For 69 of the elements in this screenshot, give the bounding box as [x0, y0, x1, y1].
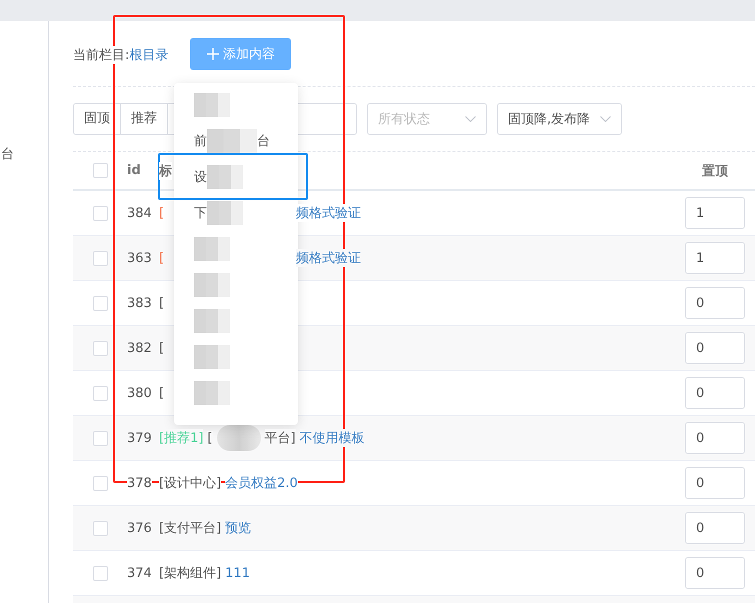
filter-select[interactable]: 固顶降,发布降 [497, 103, 622, 135]
top-order-input[interactable]: 0 [685, 377, 745, 409]
top-order-input[interactable]: 0 [685, 467, 745, 499]
id-cell: 382 [127, 340, 152, 356]
row-checkbox[interactable] [92, 430, 108, 446]
blurred-text [207, 165, 243, 189]
blurred-text [194, 237, 230, 261]
top-order-input[interactable]: 0 [685, 512, 745, 544]
top-order-input[interactable]: 1 [685, 242, 745, 274]
title-link[interactable]: 会员权益2.0 [225, 474, 298, 492]
title-category: [ [159, 340, 164, 356]
title-category: [ [159, 296, 164, 310]
title-category: [支付平台] [159, 519, 222, 537]
chevron-down-icon [465, 116, 476, 122]
current-column-label: 当前栏目:根目录 [73, 46, 168, 64]
title-tag: [ [159, 250, 164, 266]
id-cell: 380 [127, 386, 152, 400]
title-category: 平台] [264, 429, 296, 447]
id-cell: 376 [127, 520, 152, 536]
blurred-text [194, 93, 230, 117]
row-checkbox[interactable] [92, 566, 108, 580]
title-link[interactable]: 频格式验证 [296, 204, 361, 222]
row-checkbox[interactable] [92, 296, 108, 310]
title-tag: [推荐1] [159, 429, 204, 447]
column-header: 标 [159, 162, 172, 180]
row-checkbox[interactable] [92, 520, 108, 536]
row-checkbox[interactable] [92, 250, 108, 266]
id-cell: 378 [127, 476, 152, 490]
row-checkbox[interactable] [92, 476, 108, 490]
title-tag: [ [159, 206, 164, 220]
id-cell: 384 [127, 206, 152, 220]
blurred-text [194, 381, 230, 405]
blurred-text [216, 425, 260, 451]
blurred-text [207, 201, 243, 225]
title-link[interactable]: 不使用模板 [300, 429, 365, 447]
plus-icon [206, 48, 219, 60]
top-order-input[interactable]: 1 [685, 197, 745, 229]
title-category: [架构组件] [159, 564, 222, 582]
menu-item[interactable]: 下 [194, 204, 207, 222]
id-cell: 363 [127, 250, 152, 266]
top-order-input[interactable]: 0 [685, 422, 745, 454]
row-checkbox[interactable] [92, 340, 108, 356]
title-link[interactable]: 频格式验证 [296, 249, 361, 267]
select-all-checkbox[interactable] [92, 163, 108, 178]
filter-option[interactable]: 推荐 [121, 104, 168, 134]
row-checkbox[interactable] [92, 386, 108, 400]
column-link[interactable]: 根目录 [129, 48, 168, 62]
sidebar-item[interactable]: 台 [1, 145, 14, 163]
blurred-text [194, 273, 230, 297]
top-order-input[interactable]: 0 [685, 332, 745, 364]
blurred-text [194, 345, 230, 369]
top-order-input[interactable]: 0 [685, 557, 745, 589]
id-cell: 374 [127, 566, 152, 580]
column-header: 置顶 [702, 162, 728, 180]
title-category: [ [207, 430, 212, 446]
menu-item[interactable]: 设 [194, 168, 207, 186]
top-order-input[interactable]: 0 [685, 287, 745, 319]
filter-option[interactable]: 固顶 [74, 104, 121, 134]
id-cell: 379 [127, 430, 152, 446]
row-checkbox[interactable] [92, 206, 108, 220]
title-category: [ [159, 386, 164, 400]
blurred-text [207, 129, 257, 153]
title-link[interactable]: 预览 [225, 519, 252, 537]
menu-item[interactable]: 台 [257, 132, 270, 150]
id-cell: 383 [127, 296, 152, 310]
menu-item[interactable]: 前 [194, 132, 207, 150]
blurred-text [194, 309, 230, 333]
chevron-down-icon [600, 116, 612, 122]
title-category: [设计中心] [159, 474, 222, 492]
